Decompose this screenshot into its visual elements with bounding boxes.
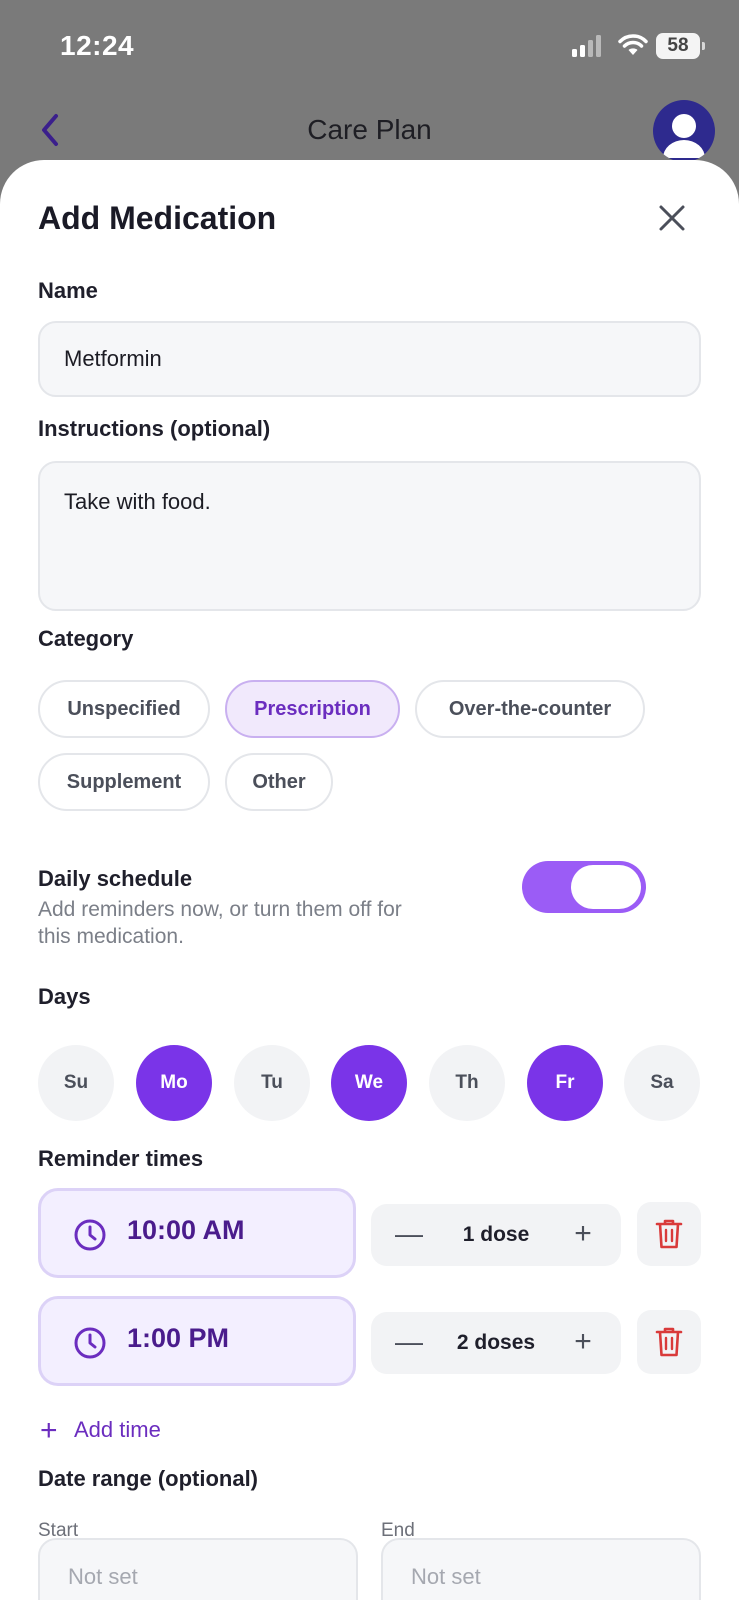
- daily-schedule-subtitle: Add reminders now, or turn them off for …: [38, 898, 402, 948]
- trash-icon: [655, 1327, 683, 1357]
- category-chip-unspecified[interactable]: Unspecified: [38, 680, 210, 738]
- add-medication-sheet: Add Medication Name Metformin Instructio…: [0, 160, 739, 1600]
- toggle-knob: [571, 865, 641, 909]
- category-label: Category: [38, 626, 134, 651]
- daily-schedule-toggle[interactable]: [522, 861, 646, 913]
- instructions-label: Instructions (optional): [38, 416, 271, 441]
- plus-icon[interactable]: +: [563, 1323, 603, 1363]
- start-date-field[interactable]: Not set: [38, 1538, 358, 1600]
- instructions-textarea[interactable]: Take with food.: [38, 461, 701, 611]
- daily-schedule-title: Daily schedule: [38, 866, 193, 891]
- wifi-icon: [618, 34, 648, 55]
- dose-value: 2 doses: [456, 1331, 536, 1354]
- minus-icon[interactable]: —: [389, 1215, 429, 1255]
- category-chip-prescription[interactable]: Prescription: [225, 680, 400, 738]
- day-th[interactable]: Th: [429, 1045, 505, 1121]
- day-fr[interactable]: Fr: [527, 1045, 603, 1121]
- avatar-icon[interactable]: [653, 100, 715, 162]
- cellular-signal-icon: [572, 35, 601, 57]
- plus-icon[interactable]: +: [563, 1215, 603, 1255]
- date-range-label: Date range (optional): [38, 1466, 259, 1491]
- dose-stepper: — 2 doses +: [371, 1312, 621, 1374]
- delete-reminder-button[interactable]: [637, 1202, 701, 1266]
- category-chip-over-the-counter[interactable]: Over-the-counter: [415, 680, 645, 738]
- day-tu[interactable]: Tu: [234, 1045, 310, 1121]
- add-time-label: Add time: [74, 1417, 161, 1442]
- dose-value: 1 dose: [462, 1223, 530, 1246]
- category-chip-supplement[interactable]: Supplement: [38, 753, 210, 811]
- status-time: 12:24: [60, 30, 135, 61]
- sheet-title: Add Medication: [38, 200, 277, 236]
- days-label: Days: [38, 984, 91, 1009]
- reminder-time-value: 1:00 PM: [127, 1323, 230, 1353]
- clock-icon: [74, 1219, 106, 1251]
- status-bar: 12:24 58: [0, 0, 739, 92]
- battery-indicator: 58: [656, 33, 705, 59]
- close-icon[interactable]: [652, 198, 692, 238]
- trash-icon: [655, 1219, 683, 1249]
- dose-stepper: — 1 dose +: [371, 1204, 621, 1266]
- minus-icon[interactable]: —: [389, 1323, 429, 1363]
- plus-icon: +: [40, 1414, 58, 1447]
- day-su[interactable]: Su: [38, 1045, 114, 1121]
- name-label: Name: [38, 278, 98, 303]
- day-sa[interactable]: Sa: [624, 1045, 700, 1121]
- delete-reminder-button[interactable]: [637, 1310, 701, 1374]
- reminder-times-label: Reminder times: [38, 1146, 204, 1171]
- clock-icon: [74, 1327, 106, 1359]
- day-we[interactable]: We: [331, 1045, 407, 1121]
- name-input[interactable]: Metformin: [38, 321, 701, 397]
- reminder-time-picker[interactable]: 10:00 AM: [38, 1188, 356, 1278]
- day-mo[interactable]: Mo: [136, 1045, 212, 1121]
- category-chip-other[interactable]: Other: [225, 753, 333, 811]
- add-time-button[interactable]: + Add time: [40, 1414, 161, 1448]
- end-date-field[interactable]: Not set: [381, 1538, 701, 1600]
- reminder-time-value: 10:00 AM: [127, 1215, 245, 1245]
- nav-title: Care Plan: [307, 114, 432, 145]
- reminder-time-picker[interactable]: 1:00 PM: [38, 1296, 356, 1386]
